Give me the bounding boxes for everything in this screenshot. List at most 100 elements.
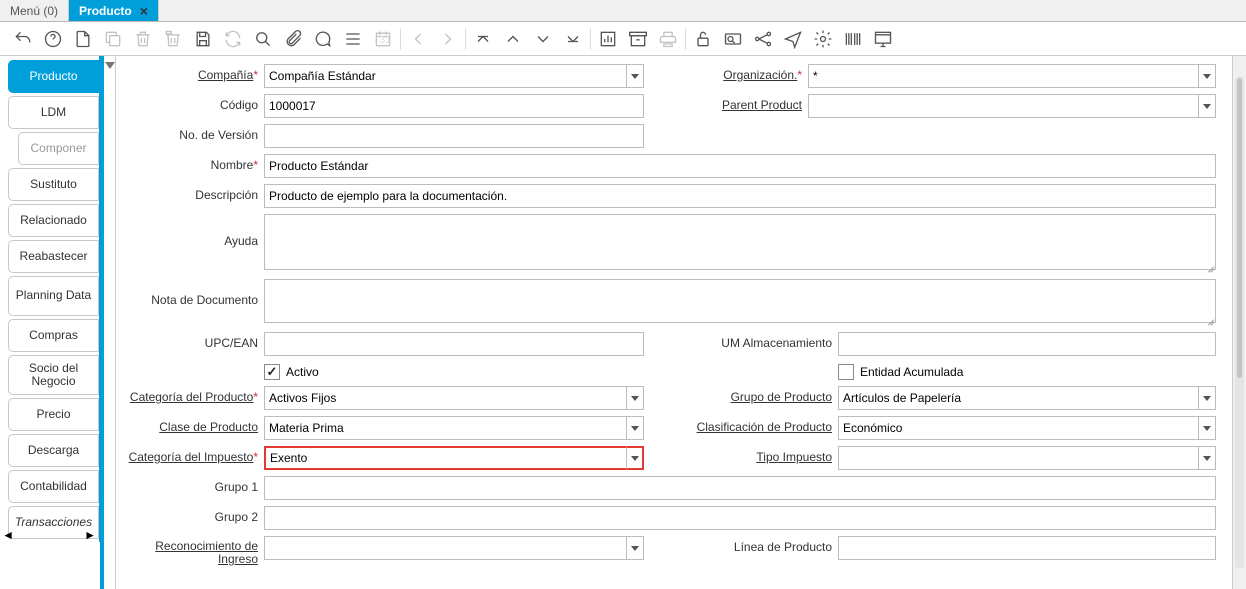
field-clase-producto[interactable] (264, 416, 644, 440)
help-button[interactable] (38, 24, 68, 54)
field-cat-producto[interactable] (264, 386, 644, 410)
input-grupo1[interactable] (264, 476, 1216, 500)
dropdown-icon[interactable] (626, 536, 644, 560)
field-parent-product[interactable] (808, 94, 1216, 118)
sidebar-item-9[interactable]: Precio (8, 398, 99, 431)
input-grupo-producto[interactable] (838, 386, 1216, 410)
sidebar-item-10[interactable]: Descarga (8, 434, 99, 467)
input-codigo[interactable] (264, 94, 644, 118)
field-clasif-producto[interactable] (838, 416, 1216, 440)
new-button[interactable] (68, 24, 98, 54)
input-upc-ean[interactable] (264, 332, 644, 356)
send-button[interactable] (778, 24, 808, 54)
input-tipo-impuesto[interactable] (838, 446, 1216, 470)
field-ayuda[interactable] (264, 214, 1216, 273)
sidebar-item-4[interactable]: Relacionado (8, 204, 99, 237)
scrollbar-thumb[interactable] (1237, 78, 1242, 378)
input-compania[interactable] (264, 64, 644, 88)
input-cat-impuesto[interactable] (264, 446, 644, 470)
presentation-button[interactable] (868, 24, 898, 54)
sidebar-item-7[interactable]: Compras (8, 319, 99, 352)
sidebar-item-8[interactable]: Socio del Negocio (8, 355, 99, 395)
field-no-version[interactable] (264, 124, 644, 148)
dropdown-icon[interactable] (626, 386, 644, 410)
input-um-almacen[interactable] (838, 332, 1216, 356)
attach-button[interactable] (278, 24, 308, 54)
field-entidad-acum[interactable]: Entidad Acumulada (838, 362, 1216, 380)
field-grupo2[interactable] (264, 506, 1216, 530)
lock-button[interactable] (688, 24, 718, 54)
input-clase-producto[interactable] (264, 416, 644, 440)
settings-button[interactable] (808, 24, 838, 54)
input-cat-producto[interactable] (264, 386, 644, 410)
collapse-bar[interactable] (104, 56, 116, 589)
field-descripcion[interactable] (264, 184, 1216, 208)
field-nombre[interactable] (264, 154, 1216, 178)
save-button[interactable] (188, 24, 218, 54)
sidebar-scroll-left[interactable]: ◄ (3, 528, 13, 541)
dropdown-icon[interactable] (1198, 94, 1216, 118)
barcode-button[interactable] (838, 24, 868, 54)
sidebar-scroll-right[interactable]: ► (85, 528, 95, 541)
field-grupo-producto[interactable] (838, 386, 1216, 410)
undo-button[interactable] (8, 24, 38, 54)
sidebar-item-1[interactable]: LDM (8, 96, 99, 129)
field-upc-ean[interactable] (264, 332, 644, 356)
workflow-button[interactable] (748, 24, 778, 54)
input-descripcion[interactable] (264, 184, 1216, 208)
input-parent-product[interactable] (808, 94, 1216, 118)
scrollbar-track[interactable] (1235, 76, 1244, 569)
input-nombre[interactable] (264, 154, 1216, 178)
close-icon[interactable]: × (140, 3, 148, 19)
field-codigo[interactable] (264, 94, 644, 118)
textarea-ayuda[interactable] (264, 214, 1216, 270)
dropdown-icon[interactable] (1198, 416, 1216, 440)
prev-button[interactable] (498, 24, 528, 54)
resize-handle[interactable] (1205, 315, 1215, 325)
field-compania[interactable] (264, 64, 644, 88)
search-button[interactable] (248, 24, 278, 54)
input-no-version[interactable] (264, 124, 644, 148)
archive-button[interactable] (623, 24, 653, 54)
field-um-almacen[interactable] (838, 332, 1216, 356)
sidebar-item-2[interactable]: Componer (18, 132, 99, 165)
input-grupo2[interactable] (264, 506, 1216, 530)
checkbox-entidad-acum[interactable] (838, 364, 854, 380)
dropdown-icon[interactable] (626, 64, 644, 88)
dropdown-icon[interactable] (1198, 446, 1216, 470)
field-cat-impuesto[interactable] (264, 446, 644, 470)
next-button[interactable] (528, 24, 558, 54)
sidebar-item-6[interactable]: Planning Data (8, 276, 99, 316)
checkbox-activo[interactable] (264, 364, 280, 380)
tab-menu[interactable]: Menú (0) (0, 0, 69, 21)
toggle-grid-button[interactable] (338, 24, 368, 54)
input-organizacion[interactable] (808, 64, 1216, 88)
dropdown-icon[interactable] (626, 446, 644, 470)
last-button[interactable] (558, 24, 588, 54)
resize-handle[interactable] (1205, 262, 1215, 272)
field-grupo1[interactable] (264, 476, 1216, 500)
sidebar-item-11[interactable]: Contabilidad (8, 470, 99, 503)
field-activo[interactable]: Activo (264, 362, 644, 380)
zoom-record-button[interactable] (718, 24, 748, 54)
sidebar-item-3[interactable]: Sustituto (8, 168, 99, 201)
tab-producto[interactable]: Producto × (69, 0, 159, 21)
field-tipo-impuesto[interactable] (838, 446, 1216, 470)
input-reconocimiento[interactable] (264, 536, 644, 560)
input-clasif-producto[interactable] (838, 416, 1216, 440)
sidebar-item-5[interactable]: Reabastecer (8, 240, 99, 273)
input-linea-producto[interactable] (838, 536, 1216, 560)
dropdown-icon[interactable] (1198, 64, 1216, 88)
first-button[interactable] (468, 24, 498, 54)
field-nota-doc[interactable] (264, 279, 1216, 326)
field-reconocimiento[interactable] (264, 536, 644, 566)
dropdown-icon[interactable] (626, 416, 644, 440)
textarea-nota-doc[interactable] (264, 279, 1216, 323)
dropdown-icon[interactable] (1198, 386, 1216, 410)
field-linea-producto[interactable] (838, 536, 1216, 560)
scrollbar-vertical[interactable] (1232, 56, 1246, 589)
report-button[interactable] (593, 24, 623, 54)
sidebar-item-0[interactable]: Producto (8, 60, 99, 93)
field-organizacion[interactable] (808, 64, 1216, 88)
chat-button[interactable] (308, 24, 338, 54)
